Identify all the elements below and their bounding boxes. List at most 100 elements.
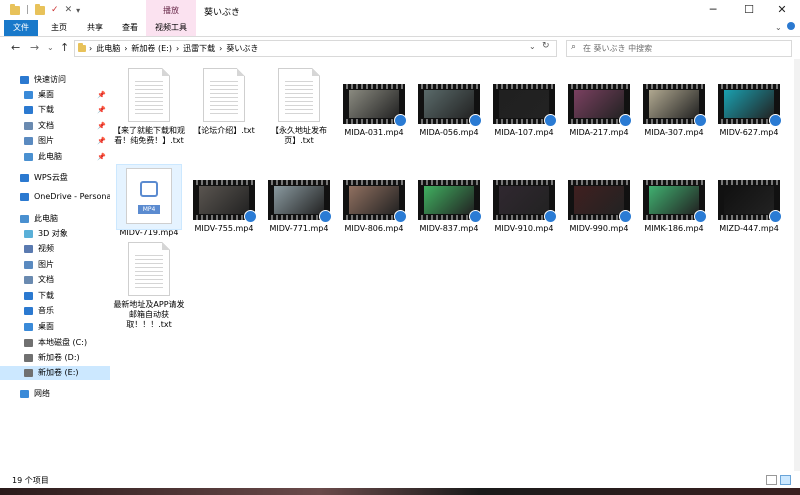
maximize-button[interactable]: ☐ xyxy=(731,0,767,20)
breadcrumb-item[interactable]: 葵いぶき xyxy=(226,44,258,53)
address-dropdown-icon[interactable]: ⌄ xyxy=(529,42,536,51)
breadcrumb-separator-icon[interactable]: › xyxy=(219,44,222,53)
video-file-item[interactable]: MIDA-107.mp4 xyxy=(488,68,560,138)
sidebar-item[interactable]: 新加卷 (D:) xyxy=(0,351,110,365)
file-name: MIMK-186.mp4 xyxy=(644,224,704,233)
video-file-item[interactable]: MIDV-910.mp4 xyxy=(488,180,560,234)
video-file-item[interactable]: MIDV-627.mp4 xyxy=(713,68,785,138)
folder-icon[interactable] xyxy=(10,3,20,15)
sidebar-item[interactable]: 此电脑 📌 xyxy=(0,150,110,164)
pin-icon[interactable]: 📌 xyxy=(97,103,106,117)
up-icon[interactable]: ↑ xyxy=(60,41,69,54)
sidebar-item[interactable]: 快速访问 xyxy=(0,73,110,87)
tab-view[interactable]: 查看 xyxy=(115,20,145,36)
sidebar-item[interactable]: WPS云盘 xyxy=(0,171,110,185)
video-thumbnail xyxy=(718,84,782,127)
delete-icon[interactable]: ✕ xyxy=(65,5,73,15)
video-file-item[interactable]: MIDA-056.mp4 xyxy=(413,68,485,138)
properties-icon[interactable]: ✓ xyxy=(51,5,59,15)
tab-video-tools[interactable]: 视频工具 xyxy=(146,20,196,36)
text-file-item[interactable]: 【永久地址发布页】.txt xyxy=(263,68,335,146)
video-file-item[interactable]: MIDA-217.mp4 xyxy=(563,68,635,138)
breadcrumb-separator-icon[interactable]: › xyxy=(176,44,179,53)
pin-icon[interactable]: 📌 xyxy=(97,88,106,102)
video-thumbnail xyxy=(418,180,482,223)
text-file-item[interactable]: 【论坛介绍】.txt xyxy=(188,68,260,136)
sidebar-item[interactable]: 音乐 xyxy=(0,304,110,318)
video-file-item[interactable]: MIDV-806.mp4 xyxy=(338,180,410,234)
video-file-item[interactable]: MIDV-755.mp4 xyxy=(188,180,260,234)
sidebar-item[interactable]: 下载 xyxy=(0,289,110,303)
pin-icon[interactable]: 📌 xyxy=(97,150,106,164)
breadcrumb-item[interactable]: 新加卷 (E:) xyxy=(131,44,172,53)
player-badge-icon xyxy=(469,210,482,223)
video-file-item[interactable]: MP4 MIDV-719.mp4 xyxy=(113,164,185,238)
sidebar-item[interactable]: 视频 xyxy=(0,242,110,256)
customize-dropdown-icon[interactable]: ▾ xyxy=(76,6,80,15)
sidebar-item[interactable]: 网络 xyxy=(0,387,110,401)
player-badge-icon xyxy=(394,210,407,223)
pin-icon[interactable]: 📌 xyxy=(97,134,106,148)
large-icons-view-icon[interactable] xyxy=(780,475,791,485)
text-file-item[interactable]: 【来了就能下载和观看！纯免费！】.txt xyxy=(113,68,185,146)
tab-home[interactable]: 主页 xyxy=(44,20,74,36)
sidebar-item[interactable]: 3D 对象 xyxy=(0,227,110,241)
forward-icon[interactable]: → xyxy=(30,41,39,54)
text-file-item[interactable]: 最新地址及APP请发邮箱自动获取！！！.txt xyxy=(113,242,185,330)
video-file-item[interactable]: MIDV-837.mp4 xyxy=(413,180,485,234)
close-button[interactable]: ✕ xyxy=(764,0,800,20)
video-icon xyxy=(24,245,33,253)
sidebar-item[interactable]: 文档 📌 xyxy=(0,119,110,133)
search-box[interactable]: ⌕ 在 葵いぶき 中搜索 xyxy=(566,40,792,57)
breadcrumb-separator-icon[interactable]: › xyxy=(124,44,127,53)
drive-icon xyxy=(24,339,33,347)
sidebar-item[interactable]: 图片 📌 xyxy=(0,134,110,148)
file-name: 【论坛介绍】.txt xyxy=(193,126,255,135)
video-file-item[interactable]: MIMK-186.mp4 xyxy=(638,180,710,234)
player-badge-icon xyxy=(244,210,257,223)
file-name: 【来了就能下载和观看！纯免费！】.txt xyxy=(113,126,185,145)
minimize-button[interactable]: ─ xyxy=(695,0,731,20)
file-name: MIDV-627.mp4 xyxy=(719,128,779,137)
recent-dropdown-icon[interactable]: ⌄ xyxy=(47,43,54,52)
sidebar-item[interactable]: 下载 📌 xyxy=(0,103,110,117)
sidebar-item[interactable]: OneDrive - Persona xyxy=(0,190,110,204)
sidebar-item[interactable]: 桌面 📌 xyxy=(0,88,110,102)
sidebar-item-label: 文档 xyxy=(38,275,54,284)
pin-icon[interactable]: 📌 xyxy=(97,119,106,133)
sidebar-item[interactable]: 此电脑 xyxy=(0,212,110,226)
video-file-item[interactable]: MIDV-771.mp4 xyxy=(263,180,335,234)
desktop-icon xyxy=(24,323,33,331)
sidebar-item[interactable]: 文档 xyxy=(0,273,110,287)
details-view-icon[interactable] xyxy=(766,475,777,485)
sidebar-item-label: 新加卷 (D:) xyxy=(38,353,80,362)
back-icon[interactable]: ← xyxy=(11,41,20,54)
tab-share[interactable]: 共享 xyxy=(80,20,110,36)
sidebar-item[interactable]: 桌面 xyxy=(0,320,110,334)
computer-icon xyxy=(20,215,29,223)
vertical-scrollbar[interactable] xyxy=(794,59,800,471)
video-file-item[interactable]: MIDA-031.mp4 xyxy=(338,68,410,138)
file-name: MIDV-755.mp4 xyxy=(194,224,254,233)
text-document-icon xyxy=(128,242,170,296)
sidebar-item[interactable]: 本地磁盘 (C:) xyxy=(0,336,110,350)
breadcrumb-item[interactable]: 迅雷下载 xyxy=(183,44,215,53)
sidebar-item[interactable]: 新加卷 (E:) xyxy=(0,366,110,380)
new-folder-icon[interactable] xyxy=(35,3,46,15)
address-bar[interactable]: › 此电脑 › 新加卷 (E:) › 迅雷下载 › 葵いぶき ⌄ ↻ xyxy=(74,40,557,57)
search-input[interactable]: 在 葵いぶき 中搜索 xyxy=(583,43,652,54)
breadcrumb-item[interactable]: 此电脑 xyxy=(96,44,120,53)
video-file-item[interactable]: MIDV-990.mp4 xyxy=(563,180,635,234)
player-badge-icon xyxy=(319,210,332,223)
refresh-icon[interactable]: ↻ xyxy=(542,41,550,51)
breadcrumb-separator-icon[interactable]: › xyxy=(89,44,92,53)
context-tab-play[interactable]: 播放 xyxy=(146,0,196,20)
picture-icon xyxy=(24,261,33,269)
ribbon-expand-icon[interactable]: ⌄ xyxy=(775,23,782,32)
help-icon[interactable] xyxy=(787,22,795,30)
video-file-item[interactable]: MIZD-447.mp4 xyxy=(713,180,785,234)
video-file-item[interactable]: MIDA-307.mp4 xyxy=(638,68,710,138)
drive-icon xyxy=(24,354,33,362)
tab-file[interactable]: 文件 xyxy=(4,20,38,36)
sidebar-item[interactable]: 图片 xyxy=(0,258,110,272)
